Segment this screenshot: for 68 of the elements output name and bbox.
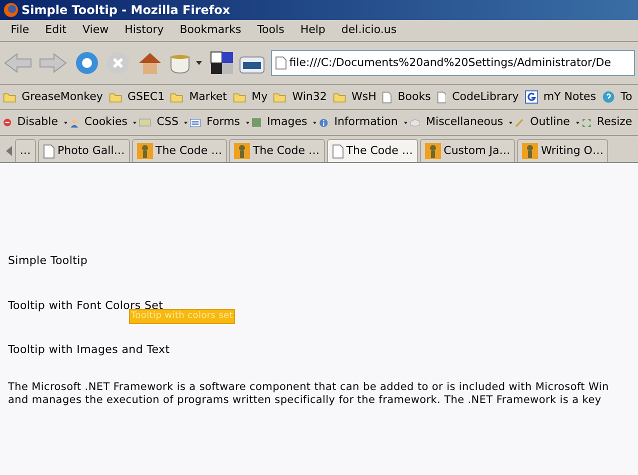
- toolbar-menu[interactable]: Information: [331, 114, 401, 131]
- menu-item[interactable]: del.icio.us: [333, 22, 405, 39]
- browser-tab[interactable]: The Code …: [229, 139, 325, 162]
- page-icon: [332, 144, 344, 158]
- bookmark-item[interactable]: My: [248, 88, 271, 106]
- browser-tab[interactable]: The Code …: [132, 139, 228, 162]
- bookmark-item[interactable]: GSEC1: [124, 88, 168, 106]
- dropdown-caret-icon[interactable]: [312, 120, 316, 124]
- dropdown-caret-icon[interactable]: [508, 120, 512, 124]
- bookmark-item[interactable]: GreaseMonkey: [18, 88, 106, 106]
- browser-tab[interactable]: …: [14, 139, 36, 162]
- folder-icon: [108, 90, 122, 104]
- dropdown-caret-icon[interactable]: [133, 120, 137, 124]
- help-icon: [602, 89, 615, 105]
- toolbar-menu[interactable]: Forms: [204, 114, 244, 131]
- reload-icon[interactable]: [74, 50, 100, 76]
- bookmark-item[interactable]: To: [618, 88, 636, 106]
- browser-tab[interactable]: Writing O…: [517, 139, 608, 162]
- toolbar-menu[interactable]: Miscellaneous: [423, 114, 506, 131]
- folder-icon: [170, 90, 184, 104]
- bookmark-item[interactable]: CodeLibrary: [449, 88, 522, 106]
- folder-icon: [2, 90, 16, 104]
- tooltip: Tooltip with colors set: [129, 309, 236, 324]
- dropdown-caret-icon[interactable]: [64, 120, 68, 124]
- toolbar-menu[interactable]: Outline: [527, 114, 573, 131]
- folder-icon: [332, 90, 346, 104]
- menu-item[interactable]: Edit: [37, 22, 74, 39]
- dropdown-caret-icon[interactable]: [576, 120, 580, 124]
- toolbar-menu[interactable]: Disable: [14, 114, 61, 131]
- window-title: Simple Tooltip - Mozilla Firefox: [22, 2, 230, 19]
- g-letter-icon: [524, 89, 538, 105]
- toolbar-menu[interactable]: Cookies: [81, 114, 130, 131]
- browser-tab[interactable]: The Code …: [326, 139, 418, 162]
- page-icon: [382, 90, 392, 104]
- dropdown-caret-icon[interactable]: [404, 120, 408, 124]
- menu-item[interactable]: File: [2, 22, 38, 39]
- grid-icon[interactable]: [210, 51, 234, 75]
- browser-tab[interactable]: Custom Ja…: [420, 139, 516, 162]
- page-icon: [42, 144, 55, 158]
- folder-icon: [273, 90, 286, 104]
- menu-item[interactable]: View: [74, 22, 117, 39]
- bookmark-item[interactable]: Books: [394, 88, 434, 106]
- folder-icon: [232, 90, 246, 104]
- paragraph-line: The Microsoft .NET Framework is a software component that can be added to or is included with Microsoft Win: [8, 380, 610, 394]
- home-icon[interactable]: [136, 50, 163, 76]
- heading-text: Tooltip with Font Colors Set: [8, 298, 164, 312]
- bookmark-item[interactable]: Market: [186, 88, 230, 106]
- picture-icon: [252, 115, 262, 130]
- bookmark-item[interactable]: Win32: [289, 88, 330, 106]
- toolbar-menu[interactable]: Resize: [594, 114, 636, 131]
- bookmark-item[interactable]: WsH: [348, 88, 380, 106]
- menu-item[interactable]: Help: [292, 22, 334, 39]
- paragraph-line: and manages the execution of programs written specifically for the framework. The .NET Framework is a key: [8, 394, 602, 406]
- toolbar-menu[interactable]: CSS: [154, 114, 182, 131]
- css-icon: [139, 116, 152, 129]
- page-icon: [436, 90, 446, 104]
- page-icon: [274, 56, 286, 70]
- dropdown-caret-icon[interactable]: [246, 120, 250, 124]
- menu-item[interactable]: History: [116, 22, 172, 39]
- menu-item[interactable]: Bookmarks: [172, 22, 250, 39]
- toolbar-menu[interactable]: Images: [264, 114, 310, 131]
- menu-item[interactable]: Tools: [249, 22, 292, 39]
- browser-tab[interactable]: Photo Gall…: [38, 139, 130, 162]
- heading-text: Tooltip with Images and Text: [8, 342, 171, 358]
- heading-text: Simple Tooltip: [8, 253, 89, 269]
- address-field[interactable]: file:///C:/Documents%20and%20Settings/Administrator/De: [270, 50, 636, 76]
- dropdown-caret-icon[interactable]: [184, 120, 188, 124]
- bookmark-item[interactable]: mY Notes: [540, 88, 600, 106]
